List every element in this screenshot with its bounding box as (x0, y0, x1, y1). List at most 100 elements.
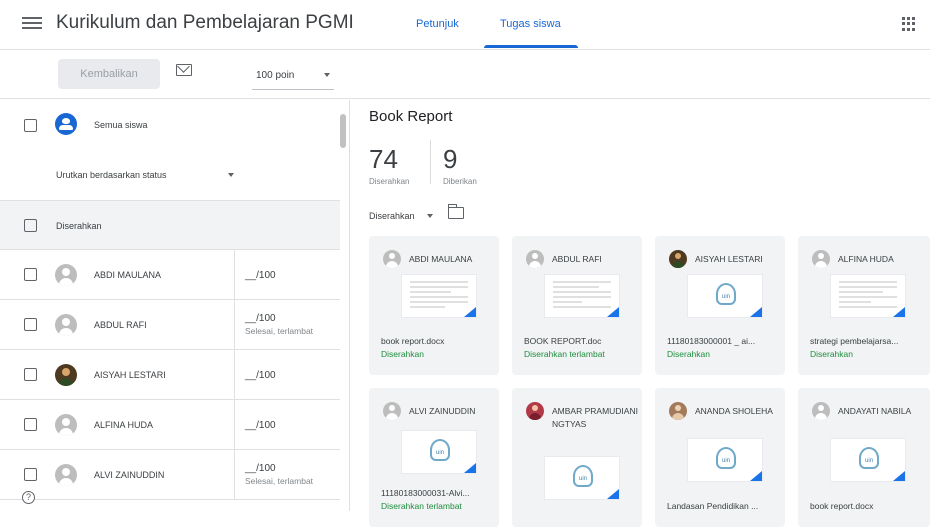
file-type-corner (607, 489, 619, 499)
avatar (55, 264, 77, 286)
grade-status-note: Selesai, terlambat (245, 326, 314, 336)
submission-filter-select[interactable]: Diserahkan (369, 211, 415, 221)
avatar (526, 402, 544, 420)
grade-value[interactable]: __/100 (245, 270, 276, 281)
card-student-name: ANANDA SHOLEHA (695, 406, 773, 416)
submission-card[interactable]: ABDI MAULANA book report.docx Diserahkan (369, 236, 499, 375)
card-file-name[interactable]: Landasan Pendidikan ... (667, 501, 781, 511)
group-icon (55, 113, 77, 135)
card-status: Diserahkan terlambat (381, 501, 462, 511)
group-label: Diserahkan (56, 221, 102, 231)
tab-petunjuk[interactable]: Petunjuk (416, 18, 459, 30)
card-status: Diserahkan (810, 349, 853, 359)
file-type-corner (464, 463, 476, 473)
hamburger-icon[interactable] (22, 14, 42, 34)
grade-cell[interactable]: __/100 Selesai, terlambat (234, 450, 340, 500)
card-status: Diserahkan (381, 349, 424, 359)
return-button[interactable]: Kembalikan (58, 59, 160, 89)
avatar (812, 250, 830, 268)
help-icon[interactable]: ? (22, 491, 35, 504)
submission-card[interactable]: ABDUL RAFI BOOK REPORT.doc Diserahkan te… (512, 236, 642, 375)
student-row[interactable]: ABDI MAULANA __/100 (0, 250, 340, 300)
student-checkbox[interactable] (24, 468, 37, 481)
chevron-down-icon[interactable] (228, 173, 234, 177)
chevron-down-icon[interactable] (324, 73, 330, 77)
avatar (55, 414, 77, 436)
student-list-scrollbar[interactable] (340, 100, 348, 511)
submission-card[interactable]: AISYAH LESTARI uin 11180183000001 _ ai..… (655, 236, 785, 375)
document-thumbnail[interactable] (401, 274, 477, 318)
submission-card[interactable]: ALFINA HUDA strategi pembelajarsa... Dis… (798, 236, 930, 375)
document-thumbnail[interactable] (544, 274, 620, 318)
avatar (669, 402, 687, 420)
student-checkbox[interactable] (24, 368, 37, 381)
grade-status-note: Selesai, terlambat (245, 476, 314, 486)
student-checkbox[interactable] (24, 418, 37, 431)
group-checkbox[interactable] (24, 219, 37, 232)
card-student-name: ALFINA HUDA (838, 254, 894, 264)
sort-select[interactable]: Urutkan berdasarkan status (56, 170, 167, 180)
group-header-submitted: Diserahkan (0, 200, 340, 250)
folder-icon[interactable] (447, 204, 464, 219)
card-file-name[interactable]: 11180183000031-Alvi... (381, 488, 495, 498)
student-row[interactable]: ALVI ZAINUDDIN __/100 Selesai, terlambat (0, 450, 340, 500)
avatar (55, 314, 77, 336)
mail-icon[interactable] (176, 64, 192, 76)
document-thumbnail[interactable]: uin (830, 438, 906, 482)
student-checkbox[interactable] (24, 268, 37, 281)
file-type-corner (464, 307, 476, 317)
avatar (55, 364, 77, 386)
grade-cell[interactable]: __/100 (234, 250, 340, 300)
document-thumbnail[interactable]: uin (401, 430, 477, 474)
student-list-pane: Semua siswa Urutkan berdasarkan status D… (0, 100, 350, 511)
card-file-name[interactable]: strategi pembelajarsa... (810, 336, 924, 346)
student-row[interactable]: AISYAH LESTARI __/100 (0, 350, 340, 400)
grade-cell[interactable]: __/100 (234, 350, 340, 400)
file-type-corner (893, 471, 905, 481)
student-row[interactable]: ALFINA HUDA __/100 (0, 400, 340, 450)
document-thumbnail[interactable]: uin (687, 274, 763, 318)
university-logo-icon: uin (573, 465, 593, 487)
points-select[interactable]: 100 poin (256, 70, 294, 81)
submission-card[interactable]: AMBAR PRAMUDIANINGTYAS uin (512, 388, 642, 527)
university-logo-icon: uin (716, 283, 736, 305)
grade-cell[interactable]: __/100 (234, 400, 340, 450)
stat-submitted-count: 74 (369, 144, 398, 174)
document-thumbnail[interactable] (830, 274, 906, 318)
student-name: AISYAH LESTARI (94, 370, 166, 380)
scrollbar-thumb[interactable] (340, 114, 346, 148)
stat-divider (430, 140, 431, 184)
class-title[interactable]: Kurikulum dan Pembelajaran PGMI (56, 12, 354, 34)
submission-card[interactable]: ANDAYATI NABILA uin book report.docx (798, 388, 930, 527)
apps-grid-icon[interactable] (902, 17, 916, 31)
student-name: ABDI MAULANA (94, 270, 162, 280)
student-name: ABDUL RAFI (94, 320, 147, 330)
all-students-label[interactable]: Semua siswa (94, 120, 148, 130)
file-type-corner (607, 307, 619, 317)
grade-value[interactable]: __/100 (245, 370, 276, 381)
card-file-name[interactable]: book report.docx (381, 336, 495, 346)
student-row[interactable]: ABDUL RAFI __/100 Selesai, terlambat (0, 300, 340, 350)
card-file-name[interactable]: 11180183000001 _ ai... (667, 336, 781, 346)
card-file-name[interactable]: book report.docx (810, 501, 924, 511)
grade-cell[interactable]: __/100 Selesai, terlambat (234, 300, 340, 350)
file-type-corner (893, 307, 905, 317)
card-student-name: ANDAYATI NABILA (838, 406, 912, 416)
toolbar: Kembalikan 100 poin (0, 51, 930, 99)
card-student-name: ABDI MAULANA (409, 254, 473, 264)
card-student-name: ALVI ZAINUDDIN (409, 406, 476, 416)
active-tab-indicator (484, 45, 578, 48)
submission-card[interactable]: ALVI ZAINUDDIN uin 11180183000031-Alvi..… (369, 388, 499, 527)
grade-value[interactable]: __/100 (245, 463, 276, 474)
student-checkbox[interactable] (24, 318, 37, 331)
select-all-checkbox[interactable] (24, 119, 37, 132)
grade-value[interactable]: __/100 (245, 313, 276, 324)
document-thumbnail[interactable]: uin (544, 456, 620, 500)
chevron-down-icon[interactable] (427, 214, 433, 218)
grade-value[interactable]: __/100 (245, 420, 276, 431)
document-thumbnail[interactable]: uin (687, 438, 763, 482)
tab-tugas-siswa[interactable]: Tugas siswa (500, 18, 561, 30)
submission-card[interactable]: ANANDA SHOLEHA uin Landasan Pendidikan .… (655, 388, 785, 527)
card-file-name[interactable]: BOOK REPORT.doc (524, 336, 638, 346)
avatar (55, 464, 77, 486)
